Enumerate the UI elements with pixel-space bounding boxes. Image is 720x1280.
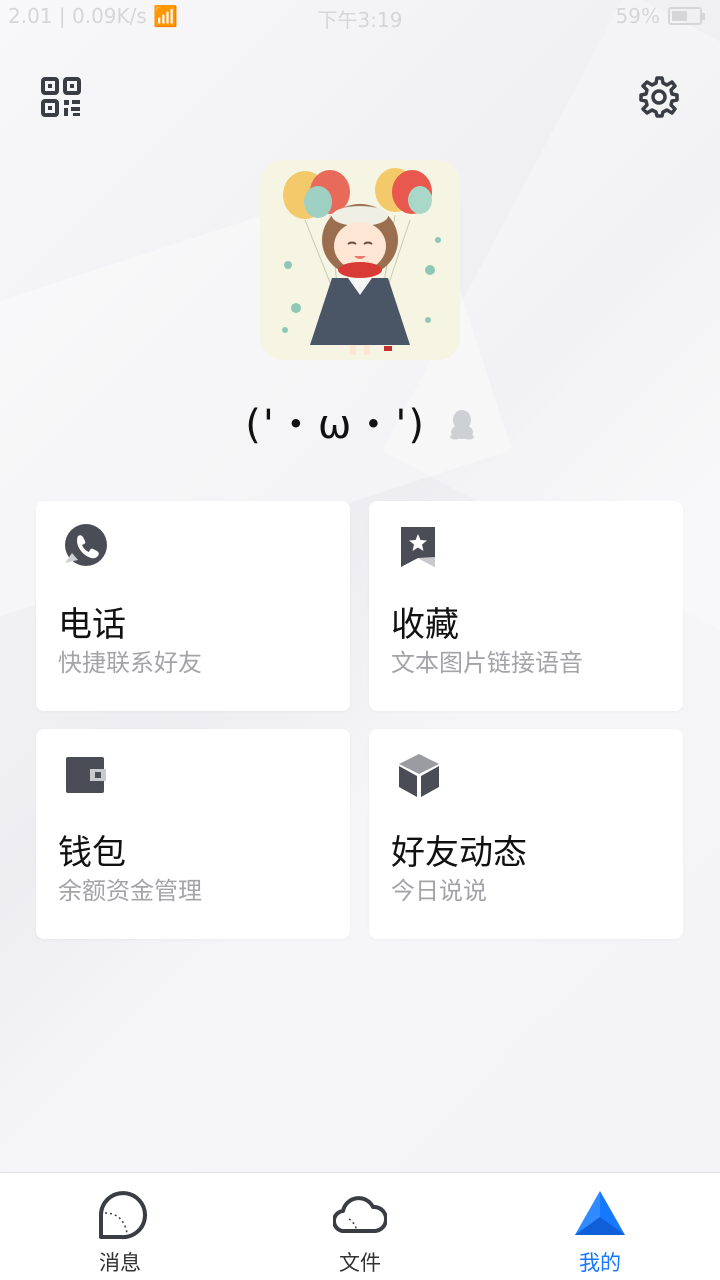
cube-icon — [395, 751, 443, 799]
status-time: 下午3:19 — [317, 8, 403, 32]
card-wallet[interactable]: 钱包 余额资金管理 — [36, 729, 350, 939]
card-title: 好友动态 — [391, 833, 527, 873]
card-subtitle: 快捷联系好友 — [58, 649, 202, 677]
card-friend-feed[interactable]: 好友动态 今日说说 — [369, 729, 683, 939]
wallet-icon — [62, 751, 110, 799]
qr-code-icon[interactable] — [40, 76, 82, 118]
card-phone[interactable]: 电话 快捷联系好友 — [36, 501, 350, 711]
card-subtitle: 今日说说 — [391, 877, 487, 905]
phone-icon — [62, 523, 110, 571]
card-title: 钱包 — [58, 833, 126, 873]
tab-messages[interactable]: 消息 — [0, 1173, 240, 1280]
gear-icon[interactable] — [638, 76, 680, 118]
card-title: 电话 — [58, 605, 126, 645]
status-bar: 2.01 | 0.09K/s 📶 下午3:19 59% — [0, 0, 720, 36]
battery-percent: 59% — [615, 4, 660, 28]
tab-label: 消息 — [99, 1251, 141, 1275]
card-title: 收藏 — [391, 605, 459, 645]
cloud-icon — [332, 1189, 388, 1243]
battery-status: 59% — [615, 4, 705, 28]
tab-me[interactable]: 我的 — [480, 1173, 720, 1280]
message-bubble-icon — [93, 1189, 147, 1243]
tab-files[interactable]: 文件 — [240, 1173, 480, 1280]
card-subtitle: 余额资金管理 — [58, 877, 202, 905]
card-favorites[interactable]: 收藏 文本图片链接语音 — [369, 501, 683, 711]
tab-label: 我的 — [579, 1251, 621, 1275]
qq-penguin-icon — [449, 404, 475, 450]
battery-icon — [668, 7, 705, 25]
nickname: ('・ω・') — [245, 402, 426, 448]
profile-screen: 2.01 | 0.09K/s 📶 下午3:19 59% ('・ω・') 电话 快… — [0, 0, 720, 1280]
bookmark-star-icon — [395, 523, 443, 571]
triangle-icon — [573, 1189, 627, 1243]
avatar[interactable] — [260, 160, 460, 360]
tab-label: 文件 — [339, 1251, 381, 1275]
bottom-tab-bar: 消息 文件 我的 — [0, 1172, 720, 1280]
card-subtitle: 文本图片链接语音 — [391, 649, 583, 677]
nickname-row: ('・ω・') — [0, 392, 720, 450]
